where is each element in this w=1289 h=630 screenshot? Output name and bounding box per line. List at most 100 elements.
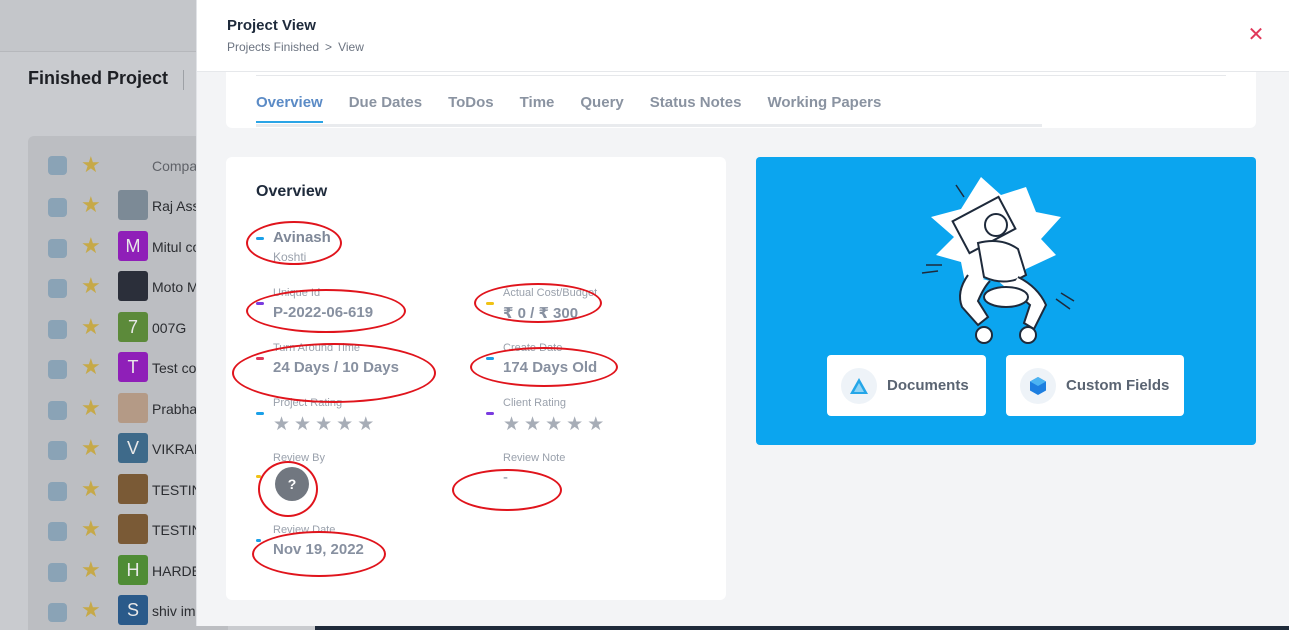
overview-heading: Overview: [256, 183, 328, 200]
modal-title: Project View: [227, 17, 316, 34]
client-rating-stars[interactable]: ★ ★ ★ ★ ★: [503, 415, 604, 434]
avatar: V: [118, 433, 148, 463]
tab-time[interactable]: Time: [520, 94, 555, 123]
tabs-scrollbar[interactable]: [256, 124, 1042, 127]
star-icon[interactable]: ★: [81, 194, 101, 216]
row-checkbox[interactable]: [48, 319, 67, 339]
project-rating-stars[interactable]: ★ ★ ★ ★ ★: [273, 415, 374, 434]
star-icon[interactable]: ★: [566, 415, 583, 434]
tabs-card: Overview Due Dates ToDos Time Query Stat…: [226, 72, 1256, 128]
table-row[interactable]: ★ Raj Ass: [28, 186, 199, 226]
avatar: H: [118, 554, 148, 585]
table-row[interactable]: ★ 7 007G: [28, 308, 198, 348]
star-icon[interactable]: ★: [81, 396, 101, 419]
row-checkbox[interactable]: [48, 522, 67, 541]
avatar: [118, 190, 148, 220]
custom-fields-label: Custom Fields: [1066, 377, 1170, 394]
avatar: [118, 271, 148, 301]
table-row[interactable]: ★ Prabha: [28, 389, 198, 429]
table-row[interactable]: ★ V VIKRAM: [28, 429, 206, 469]
create-date-value: 174 Days Old: [503, 359, 598, 376]
select-all-checkbox[interactable]: [48, 156, 67, 175]
row-checkbox[interactable]: [48, 360, 67, 379]
star-icon[interactable]: ★: [81, 234, 101, 257]
star-icon[interactable]: ★: [336, 415, 353, 434]
star-icon[interactable]: ★: [273, 415, 290, 434]
review-by-label: Review By: [273, 452, 325, 464]
assignee-surname: Koshti: [273, 250, 307, 264]
avatar: [118, 473, 148, 504]
row-checkbox[interactable]: [48, 198, 67, 217]
table-row[interactable]: ★ Sshiv im: [28, 591, 198, 630]
star-icon[interactable]: ★: [587, 415, 604, 434]
company-name: Test co: [152, 360, 197, 376]
table-row[interactable]: ★ H HARDEI: [28, 551, 205, 591]
star-icon[interactable]: ★: [81, 599, 101, 621]
star-icon[interactable]: ★: [81, 518, 101, 540]
field-dot: [486, 302, 494, 305]
star-icon[interactable]: ★: [294, 415, 311, 434]
tab-due-dates[interactable]: Due Dates: [349, 94, 422, 123]
star-icon[interactable]: ★: [81, 356, 101, 378]
close-icon[interactable]: ✕: [1247, 25, 1265, 45]
table-row[interactable]: ★ T Test co: [28, 348, 198, 388]
actions-card: Documents Custom Fields: [756, 157, 1256, 445]
star-icon[interactable]: ★: [524, 415, 541, 434]
documents-button[interactable]: Documents: [827, 355, 986, 416]
cost-value: ₹ 0 / ₹ 300: [503, 305, 579, 322]
field-dot: [486, 412, 494, 415]
review-note-label: Review Note: [503, 452, 566, 464]
project-rating-label: Project Rating: [273, 397, 343, 409]
row-checkbox[interactable]: [48, 238, 67, 258]
breadcrumb-separator: >: [325, 40, 333, 54]
avatar: T: [118, 352, 148, 382]
tat-label: Turn Around Time: [273, 342, 361, 354]
modal-header: Project View Projects Finished > View ✕: [197, 0, 1289, 72]
tab-query[interactable]: Query: [580, 94, 623, 123]
row-checkbox[interactable]: [48, 481, 67, 501]
custom-fields-icon: [1020, 367, 1056, 404]
review-date-label: Review Date: [273, 524, 336, 536]
star-icon[interactable]: ★: [545, 415, 562, 434]
review-note-value: -: [503, 469, 508, 486]
tab-working-papers[interactable]: Working Papers: [767, 94, 881, 123]
company-name: 007G: [152, 319, 187, 336]
star-icon: ★: [81, 152, 101, 177]
field-dot: [256, 475, 261, 478]
star-icon[interactable]: ★: [315, 415, 332, 434]
tab-todos[interactable]: ToDos: [448, 94, 494, 123]
company-name: Prabha: [152, 400, 198, 417]
field-dot: [256, 412, 264, 415]
reviewer-avatar[interactable]: ?: [275, 467, 309, 501]
star-icon[interactable]: ★: [81, 558, 101, 581]
table-row[interactable]: ★ Moto M: [28, 267, 199, 307]
avatar: 7: [118, 311, 148, 342]
field-dot: [256, 539, 261, 542]
tab-status-notes[interactable]: Status Notes: [650, 94, 742, 123]
row-checkbox[interactable]: [48, 279, 67, 298]
tabs-top-divider: [256, 75, 1226, 76]
custom-fields-button[interactable]: Custom Fields: [1006, 355, 1184, 416]
person-illustration: [921, 177, 1075, 344]
review-date-value: Nov 19, 2022: [273, 541, 364, 558]
row-checkbox[interactable]: [48, 603, 67, 622]
table-row[interactable]: ★ TESTING: [28, 470, 213, 510]
table-row[interactable]: ★ M Mitul co: [28, 227, 200, 267]
unique-id-label: Unique Id: [273, 287, 321, 299]
breadcrumb-projects-finished[interactable]: Projects Finished: [227, 40, 319, 54]
star-icon[interactable]: ★: [81, 275, 101, 297]
row-checkbox[interactable]: [48, 400, 67, 420]
row-checkbox[interactable]: [48, 562, 67, 582]
table-row[interactable]: ★ TESTING: [28, 510, 213, 550]
tab-overview[interactable]: Overview: [256, 94, 323, 123]
star-icon[interactable]: ★: [503, 415, 520, 434]
avatar: [118, 392, 148, 423]
star-icon[interactable]: ★: [81, 477, 101, 500]
background-page-title: Finished Project: [28, 68, 169, 88]
documents-icon: [841, 367, 877, 404]
row-checkbox[interactable]: [48, 441, 67, 460]
star-icon[interactable]: ★: [357, 415, 374, 434]
star-icon[interactable]: ★: [81, 315, 101, 338]
table-header-company: Compa: [152, 158, 198, 174]
star-icon[interactable]: ★: [81, 437, 101, 459]
